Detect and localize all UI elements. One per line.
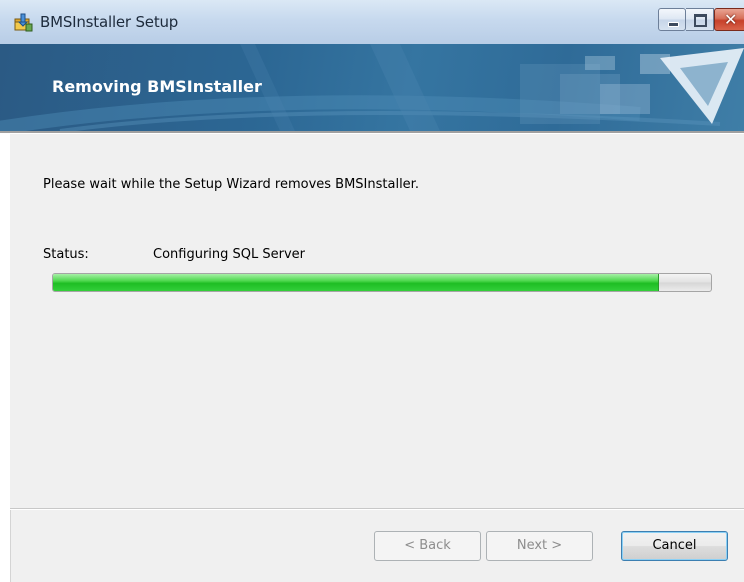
minimize-button[interactable] bbox=[658, 8, 686, 31]
minimize-icon bbox=[668, 22, 679, 27]
maximize-button[interactable] bbox=[686, 8, 714, 31]
status-value: Configuring SQL Server bbox=[153, 247, 306, 262]
setup-window: BMSInstaller Setup ✕ Removing BMSInstall… bbox=[0, 0, 744, 582]
status-label: Status: bbox=[43, 247, 89, 262]
progress-bar bbox=[52, 273, 712, 292]
wait-message: Please wait while the Setup Wizard remov… bbox=[43, 177, 419, 192]
left-edge bbox=[0, 134, 10, 582]
cancel-button[interactable]: Cancel bbox=[621, 531, 728, 561]
close-icon: ✕ bbox=[724, 10, 738, 29]
progress-fill bbox=[53, 274, 660, 291]
back-button[interactable]: < Back bbox=[374, 531, 481, 561]
title-bar[interactable]: BMSInstaller Setup ✕ bbox=[0, 0, 744, 44]
window-title: BMSInstaller Setup bbox=[40, 13, 179, 31]
banner-title: Removing BMSInstaller bbox=[52, 77, 262, 96]
header-banner: Removing BMSInstaller bbox=[0, 44, 744, 131]
next-button[interactable]: Next > bbox=[486, 531, 593, 561]
close-button[interactable]: ✕ bbox=[714, 8, 744, 31]
installer-box-icon bbox=[14, 13, 33, 32]
maximize-icon bbox=[694, 14, 707, 27]
